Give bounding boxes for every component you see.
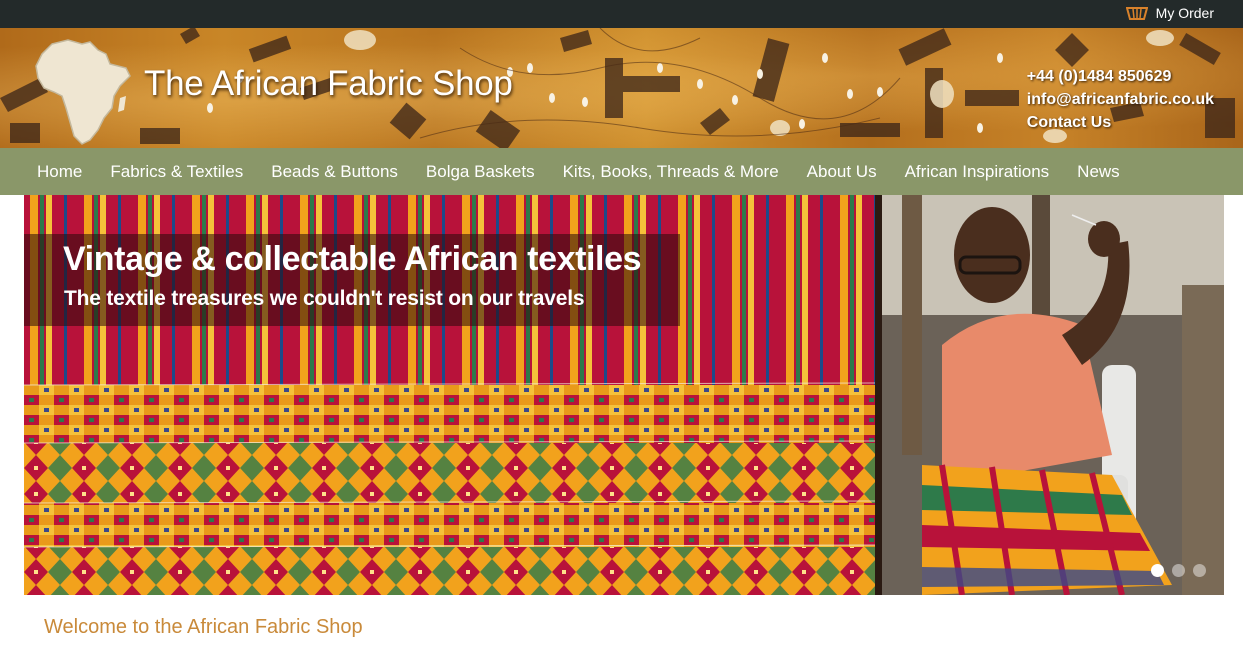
- hero-title: Vintage & collectable African textiles: [63, 240, 642, 278]
- nav-item-news[interactable]: News: [1077, 162, 1120, 182]
- contact-block: +44 (0)1484 850629 info@africanfabric.co…: [1027, 65, 1214, 134]
- contact-us-link[interactable]: Contact Us: [1027, 111, 1214, 134]
- hero-subtitle: The textile treasures we couldn't resist…: [64, 287, 585, 310]
- top-bar: My Order: [0, 0, 1243, 28]
- nav-item-about-us[interactable]: About Us: [807, 162, 877, 182]
- basket-icon: [1125, 7, 1148, 20]
- cropped-body-text: [44, 643, 844, 647]
- my-order-label: My Order: [1155, 5, 1214, 21]
- phone-number[interactable]: +44 (0)1484 850629: [1027, 65, 1214, 88]
- email-link[interactable]: info@africanfabric.co.uk: [1027, 88, 1214, 111]
- slider-dot-2[interactable]: [1172, 564, 1185, 577]
- africa-map-logo[interactable]: [34, 38, 132, 146]
- slider-dots: [1151, 564, 1206, 577]
- main-nav: Home Fabrics & Textiles Beads & Buttons …: [0, 148, 1243, 195]
- header-banner: The African Fabric Shop +44 (0)1484 8506…: [0, 28, 1243, 148]
- welcome-heading: Welcome to the African Fabric Shop: [44, 616, 363, 638]
- nav-item-bolga-baskets[interactable]: Bolga Baskets: [426, 162, 535, 182]
- nav-item-african-inspirations[interactable]: African Inspirations: [905, 162, 1050, 182]
- slider-dot-1[interactable]: [1151, 564, 1164, 577]
- nav-item-home[interactable]: Home: [37, 162, 82, 182]
- kente-cloth-image: Vintage & collectable African textiles T…: [24, 195, 875, 595]
- weaver-photo: [882, 195, 1224, 595]
- nav-item-fabrics-textiles[interactable]: Fabrics & Textiles: [110, 162, 243, 182]
- nav-item-kits-books-threads[interactable]: Kits, Books, Threads & More: [563, 162, 779, 182]
- hero-caption: Vintage & collectable African textiles T…: [24, 234, 680, 326]
- slider-dot-3[interactable]: [1193, 564, 1206, 577]
- nav-item-beads-buttons[interactable]: Beads & Buttons: [271, 162, 398, 182]
- hero-slider[interactable]: Vintage & collectable African textiles T…: [24, 195, 1224, 595]
- site-title[interactable]: The African Fabric Shop: [144, 64, 513, 104]
- my-order-link[interactable]: My Order: [1125, 4, 1214, 22]
